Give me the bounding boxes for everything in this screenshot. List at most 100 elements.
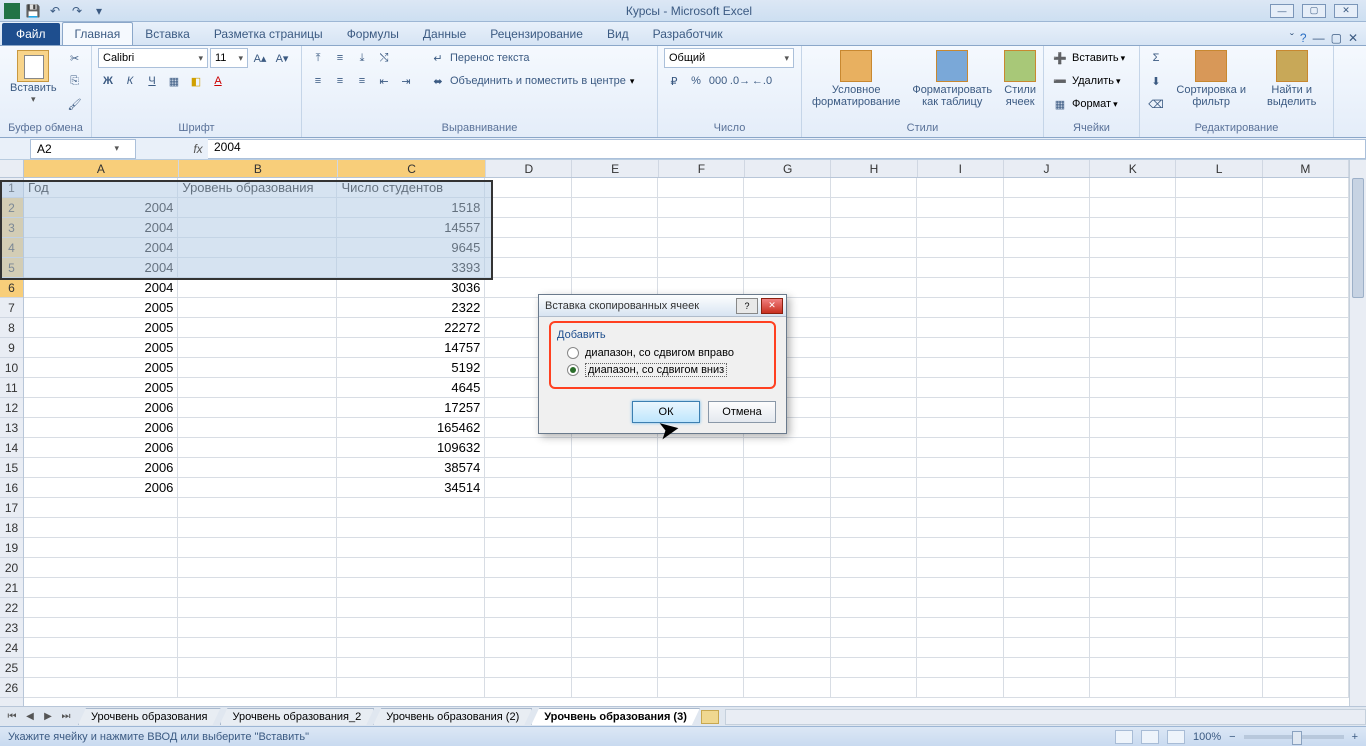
cell[interactable] [831,198,917,218]
sheet-nav-prev-icon[interactable]: ◀ [22,709,38,725]
cell[interactable]: 2005 [24,378,178,398]
cell[interactable] [831,658,917,678]
cell[interactable] [744,558,830,578]
cell[interactable] [24,498,178,518]
cell[interactable] [831,358,917,378]
cell[interactable] [1090,318,1176,338]
align-center-icon[interactable]: ≡ [330,71,350,91]
cell[interactable] [1263,558,1349,578]
grow-font-icon[interactable]: A▴ [250,48,270,68]
row-header[interactable]: 24 [0,638,23,658]
cell[interactable] [178,198,337,218]
cell[interactable] [1004,418,1090,438]
cell[interactable] [1090,438,1176,458]
cell[interactable] [917,538,1003,558]
cell[interactable] [917,298,1003,318]
col-header-G[interactable]: G [745,160,831,177]
cell[interactable] [1176,298,1262,318]
cell[interactable] [572,558,658,578]
cell[interactable] [572,238,658,258]
cell[interactable] [1176,238,1262,258]
cell[interactable] [744,178,830,198]
cell[interactable] [831,178,917,198]
cell[interactable] [658,478,744,498]
cell[interactable] [337,658,485,678]
cell[interactable]: 2005 [24,358,178,378]
cell[interactable] [1263,398,1349,418]
cell[interactable] [572,478,658,498]
cell[interactable] [744,498,830,518]
cut-icon[interactable]: ✂ [65,48,85,68]
cell[interactable] [1090,178,1176,198]
cell[interactable] [178,318,337,338]
dialog-help-button[interactable]: ? [736,298,758,314]
fx-icon[interactable]: fx [188,142,208,156]
row-header[interactable]: 19 [0,538,23,558]
cell[interactable] [658,198,744,218]
cell[interactable] [572,638,658,658]
row-header[interactable]: 2 [0,198,23,218]
cell[interactable] [1090,518,1176,538]
row-header[interactable]: 16 [0,478,23,498]
row-header[interactable]: 14 [0,438,23,458]
undo-icon[interactable]: ↶ [46,2,64,20]
cell[interactable] [1004,538,1090,558]
cell[interactable]: 2006 [24,398,178,418]
row-header[interactable]: 20 [0,558,23,578]
col-header-F[interactable]: F [659,160,745,177]
cell[interactable] [831,458,917,478]
cell[interactable] [1263,278,1349,298]
cell[interactable] [1090,238,1176,258]
cell[interactable] [178,578,337,598]
cell[interactable] [658,178,744,198]
format-cells-button[interactable]: ▦Формат▾ [1050,94,1133,114]
cell[interactable] [572,658,658,678]
cell[interactable] [178,278,337,298]
cell[interactable] [178,518,337,538]
cell[interactable] [917,638,1003,658]
cell[interactable] [24,578,178,598]
cell[interactable] [917,358,1003,378]
cell[interactable] [917,678,1003,698]
row-header[interactable]: 8 [0,318,23,338]
cell[interactable] [1263,258,1349,278]
cell[interactable] [1176,278,1262,298]
cell[interactable] [917,278,1003,298]
cell[interactable] [831,298,917,318]
close-button[interactable]: ✕ [1334,4,1358,18]
font-name-combo[interactable]: Calibri▾ [98,48,208,68]
col-header-M[interactable]: M [1263,160,1349,177]
cell[interactable] [485,658,571,678]
cell[interactable] [572,618,658,638]
cell[interactable] [178,538,337,558]
row-header[interactable]: 22 [0,598,23,618]
row-header[interactable]: 10 [0,358,23,378]
cell[interactable] [1176,398,1262,418]
cell[interactable] [658,538,744,558]
cell[interactable] [831,578,917,598]
cell[interactable] [744,238,830,258]
help-icon[interactable]: ? [1300,31,1307,45]
cell[interactable] [337,538,485,558]
cell[interactable] [1263,538,1349,558]
cell[interactable] [485,178,571,198]
tab-file[interactable]: Файл [2,23,60,45]
cell[interactable] [1090,218,1176,238]
cell[interactable] [744,218,830,238]
cell[interactable] [831,278,917,298]
cell[interactable] [831,258,917,278]
cell[interactable] [572,178,658,198]
col-header-I[interactable]: I [918,160,1004,177]
cell[interactable] [178,378,337,398]
cell[interactable]: 2322 [337,298,485,318]
cell[interactable] [485,598,571,618]
cell[interactable] [1263,478,1349,498]
cell[interactable]: Уровень образования [178,178,337,198]
cell[interactable] [1004,658,1090,678]
cell[interactable] [1263,218,1349,238]
cell[interactable] [1004,438,1090,458]
cell[interactable] [24,658,178,678]
cell[interactable] [917,658,1003,678]
cell[interactable] [1176,538,1262,558]
cell[interactable] [485,638,571,658]
